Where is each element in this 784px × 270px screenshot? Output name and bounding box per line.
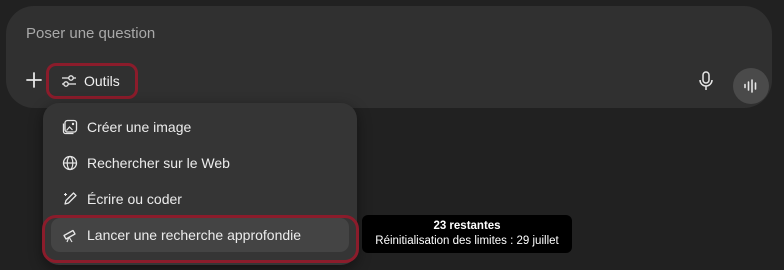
menu-item-deep-research[interactable]: Lancer une recherche approfondie <box>51 218 349 252</box>
pen-icon <box>61 190 79 208</box>
tools-menu: Créer une image Rechercher sur le Web Éc… <box>43 103 357 265</box>
add-button[interactable] <box>22 68 46 92</box>
menu-item-create-image[interactable]: Créer une image <box>51 110 349 144</box>
menu-item-label: Écrire ou coder <box>87 191 182 207</box>
menu-item-write-code[interactable]: Écrire ou coder <box>51 182 349 216</box>
tools-label: Outils <box>84 73 120 89</box>
tooltip-remaining: 23 restantes <box>433 220 501 232</box>
voice-waveform-icon <box>744 79 757 93</box>
microphone-icon <box>699 71 713 90</box>
dictate-button[interactable] <box>692 67 720 95</box>
menu-item-label: Lancer une recherche approfondie <box>87 227 302 243</box>
prompt-input[interactable]: Poser une question <box>26 25 155 42</box>
telescope-icon <box>61 226 79 244</box>
usage-tooltip: 23 restantes Réinitialisation des limite… <box>362 215 572 253</box>
composer: Poser une question Outils <box>6 6 772 108</box>
menu-item-label: Créer une image <box>87 119 192 135</box>
voice-mode-button[interactable] <box>733 68 769 104</box>
sliders-icon <box>62 75 76 87</box>
globe-icon <box>61 154 79 172</box>
image-icon <box>61 118 79 136</box>
plus-icon <box>26 72 42 88</box>
tooltip-reset: Réinitialisation des limites : 29 juille… <box>375 235 559 247</box>
menu-item-label: Rechercher sur le Web <box>87 155 230 171</box>
menu-item-web-search[interactable]: Rechercher sur le Web <box>51 146 349 180</box>
tools-button[interactable]: Outils <box>46 63 138 99</box>
